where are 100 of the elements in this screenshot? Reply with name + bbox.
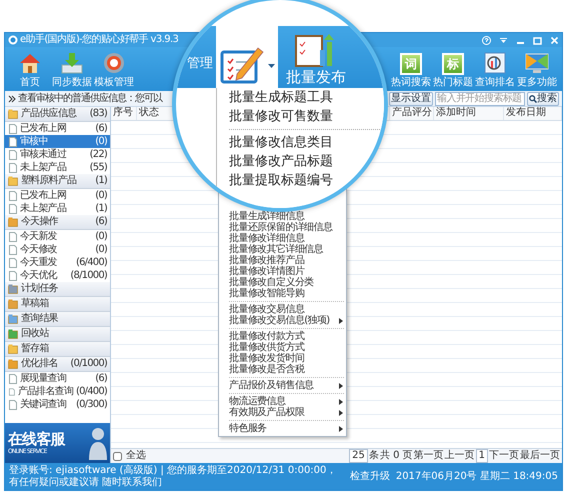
- menu-item-label: 批量修改付款方式: [229, 331, 304, 342]
- column-header[interactable]: 产品评分: [390, 107, 434, 120]
- menu-item-label: 批量修改是否含税: [229, 364, 304, 375]
- menu-item-label: 批量还原保留的详细信息: [229, 222, 332, 233]
- menu-item[interactable]: 批量修改交易信息(独项): [219, 315, 346, 326]
- folder-icon: [8, 344, 18, 354]
- sidebar-group[interactable]: 草稿箱: [5, 297, 110, 312]
- menu-item[interactable]: 批量修改自定义分类: [219, 277, 346, 288]
- item-count: (0): [95, 136, 107, 148]
- folder-icon: [8, 299, 18, 309]
- group-label: 今天操作: [21, 216, 58, 228]
- help-icon[interactable]: [482, 36, 491, 44]
- settings-button[interactable]: 显示设置: [389, 92, 433, 106]
- menu-item[interactable]: 批量修改发货时间: [219, 353, 346, 364]
- group-label: 回收站: [21, 328, 49, 340]
- magnified-menu-item[interactable]: 批量修改信息类目: [217, 133, 384, 152]
- submenu-arrow-icon: [339, 382, 343, 388]
- banner-title: 在线客服: [8, 430, 65, 448]
- sidebar-item[interactable]: 审核未通过 (22): [5, 148, 110, 161]
- menu-item[interactable]: 批量修改付款方式: [219, 331, 346, 342]
- sidebar-item[interactable]: 今天新发 (0): [5, 230, 110, 243]
- column-header[interactable]: 序号: [111, 107, 137, 120]
- house-icon: [18, 51, 42, 75]
- info-text: 查看审核中的普通供应信息：您可以: [18, 92, 162, 104]
- sidebar-item[interactable]: 今天重发 (6/400): [5, 256, 110, 269]
- item-label: 展现量查询: [20, 372, 66, 384]
- menu-item[interactable]: 产品报价及销售信息: [219, 380, 346, 391]
- dropdown-icon[interactable]: [499, 36, 508, 44]
- item-label: 已发布上网: [20, 190, 66, 202]
- menu-item-label: 批量修改详细信息: [229, 233, 304, 244]
- column-header[interactable]: 发布日期: [504, 107, 562, 120]
- magnified-menu-item[interactable]: 批量修改可售数量: [217, 107, 384, 126]
- menu-item[interactable]: 批量修改供货方式: [219, 342, 346, 353]
- folder-icon: [8, 284, 18, 294]
- menu-item[interactable]: 特色服务: [219, 423, 346, 434]
- close-icon[interactable]: [550, 36, 559, 44]
- group-label: 计划任务: [21, 283, 58, 295]
- sidebar-group[interactable]: 优化排名 (0/1000): [5, 357, 110, 372]
- search-field[interactable]: 输入并开始搜索标题: [435, 92, 525, 106]
- item-count: (0): [95, 230, 107, 242]
- menu-item[interactable]: 批量还原保留的详细信息: [219, 222, 346, 233]
- person-silhouette-icon: [89, 426, 107, 460]
- menu-item[interactable]: 批量修改交易信息: [219, 304, 346, 315]
- sidebar-item[interactable]: 今天优化 (8/1000): [5, 269, 110, 282]
- magnified-menu-item[interactable]: 批量生成标题工具: [217, 88, 384, 107]
- sidebar-item[interactable]: 展现量查询 (6): [5, 372, 110, 385]
- sidebar-group[interactable]: 查询结果: [5, 312, 110, 327]
- sidebar-item[interactable]: 审核中 (0): [5, 135, 110, 148]
- group-count: (6): [95, 216, 107, 228]
- select-all-checkbox[interactable]: [113, 452, 122, 460]
- column-header[interactable]: 添加时间: [434, 107, 504, 120]
- group-label: 草稿箱: [21, 298, 49, 310]
- status-message: 登录账号: ejiasoftware (高级版) | 您的服务期至2020/12/31 0:00:00，有任何疑问或建议请 随时联系我们: [9, 464, 338, 488]
- item-count: (0): [95, 244, 107, 256]
- menu-item-label: 批量修改供货方式: [229, 342, 304, 353]
- page-number-field[interactable]: 1: [476, 449, 488, 463]
- menu-item[interactable]: 批量生成详细信息: [219, 211, 346, 222]
- item-count: (6/400): [76, 256, 107, 268]
- menu-item[interactable]: 批量修改推荐产品: [219, 255, 346, 266]
- magnifier-chart-icon: [483, 51, 507, 75]
- sidebar-item[interactable]: 今天修改 (0): [5, 243, 110, 256]
- item-label: 已发布上网: [20, 122, 66, 134]
- sidebar-group[interactable]: 暂存箱: [5, 342, 110, 357]
- sidebar-item[interactable]: 关键词查询 (0/300): [5, 398, 110, 411]
- item-label: 产品排名查询: [18, 386, 73, 398]
- download-icon: [60, 51, 84, 75]
- search-button[interactable]: 搜索: [527, 92, 559, 106]
- sidebar-item[interactable]: 未上架产品 (1): [5, 202, 110, 215]
- menu-item[interactable]: 批量修改是否含税: [219, 364, 346, 375]
- magnified-menu-item[interactable]: 批量修改产品标题: [217, 152, 384, 171]
- group-label: 查询结果: [21, 313, 58, 325]
- menu-item[interactable]: 有效期及产品权限: [219, 407, 346, 418]
- first-page-link[interactable]: 第一页: [414, 450, 444, 462]
- item-count: (1): [95, 202, 107, 214]
- menu-item[interactable]: 批量修改智能导购: [219, 288, 346, 299]
- sidebar-group[interactable]: 塑料原料产品 (1): [5, 174, 110, 189]
- last-page-link[interactable]: 最后一页: [520, 450, 560, 462]
- item-count: (8/1000): [70, 270, 107, 282]
- sidebar-item[interactable]: 产品排名查询 (0/400): [5, 385, 110, 398]
- magnified-menu-item[interactable]: 批量提取标题编号: [217, 171, 384, 190]
- sidebar-group[interactable]: 回收站: [5, 327, 110, 342]
- item-count: (6): [95, 122, 107, 134]
- sidebar-item[interactable]: 未上架产品 (55): [5, 161, 110, 174]
- menu-item[interactable]: 批量修改详细信息: [219, 233, 346, 244]
- sidebar-item[interactable]: 已发布上网 (0): [5, 189, 110, 202]
- sidebar-group[interactable]: 今天操作 (6): [5, 215, 110, 230]
- menu-item[interactable]: 批量修改其它详细信息: [219, 244, 346, 255]
- item-label: 未上架产品: [20, 162, 66, 174]
- sidebar-group[interactable]: 产品供应信息 (83): [5, 107, 110, 122]
- sidebar-item[interactable]: 已发布上网 (6): [5, 122, 110, 135]
- menu-item[interactable]: 物流运费信息: [219, 396, 346, 407]
- prev-page-link[interactable]: 上一页: [444, 450, 475, 462]
- menu-item[interactable]: 批量修改详情图片: [219, 266, 346, 277]
- next-page-link[interactable]: 下一页: [489, 450, 519, 462]
- item-label: 今天修改: [20, 244, 57, 256]
- page-size-select[interactable]: 25: [349, 449, 368, 463]
- sidebar-group[interactable]: 计划任务: [5, 282, 110, 297]
- item-count: (0/300): [76, 398, 107, 410]
- maximize-icon[interactable]: [533, 36, 542, 44]
- text-tile-icon: 词: [400, 53, 422, 75]
